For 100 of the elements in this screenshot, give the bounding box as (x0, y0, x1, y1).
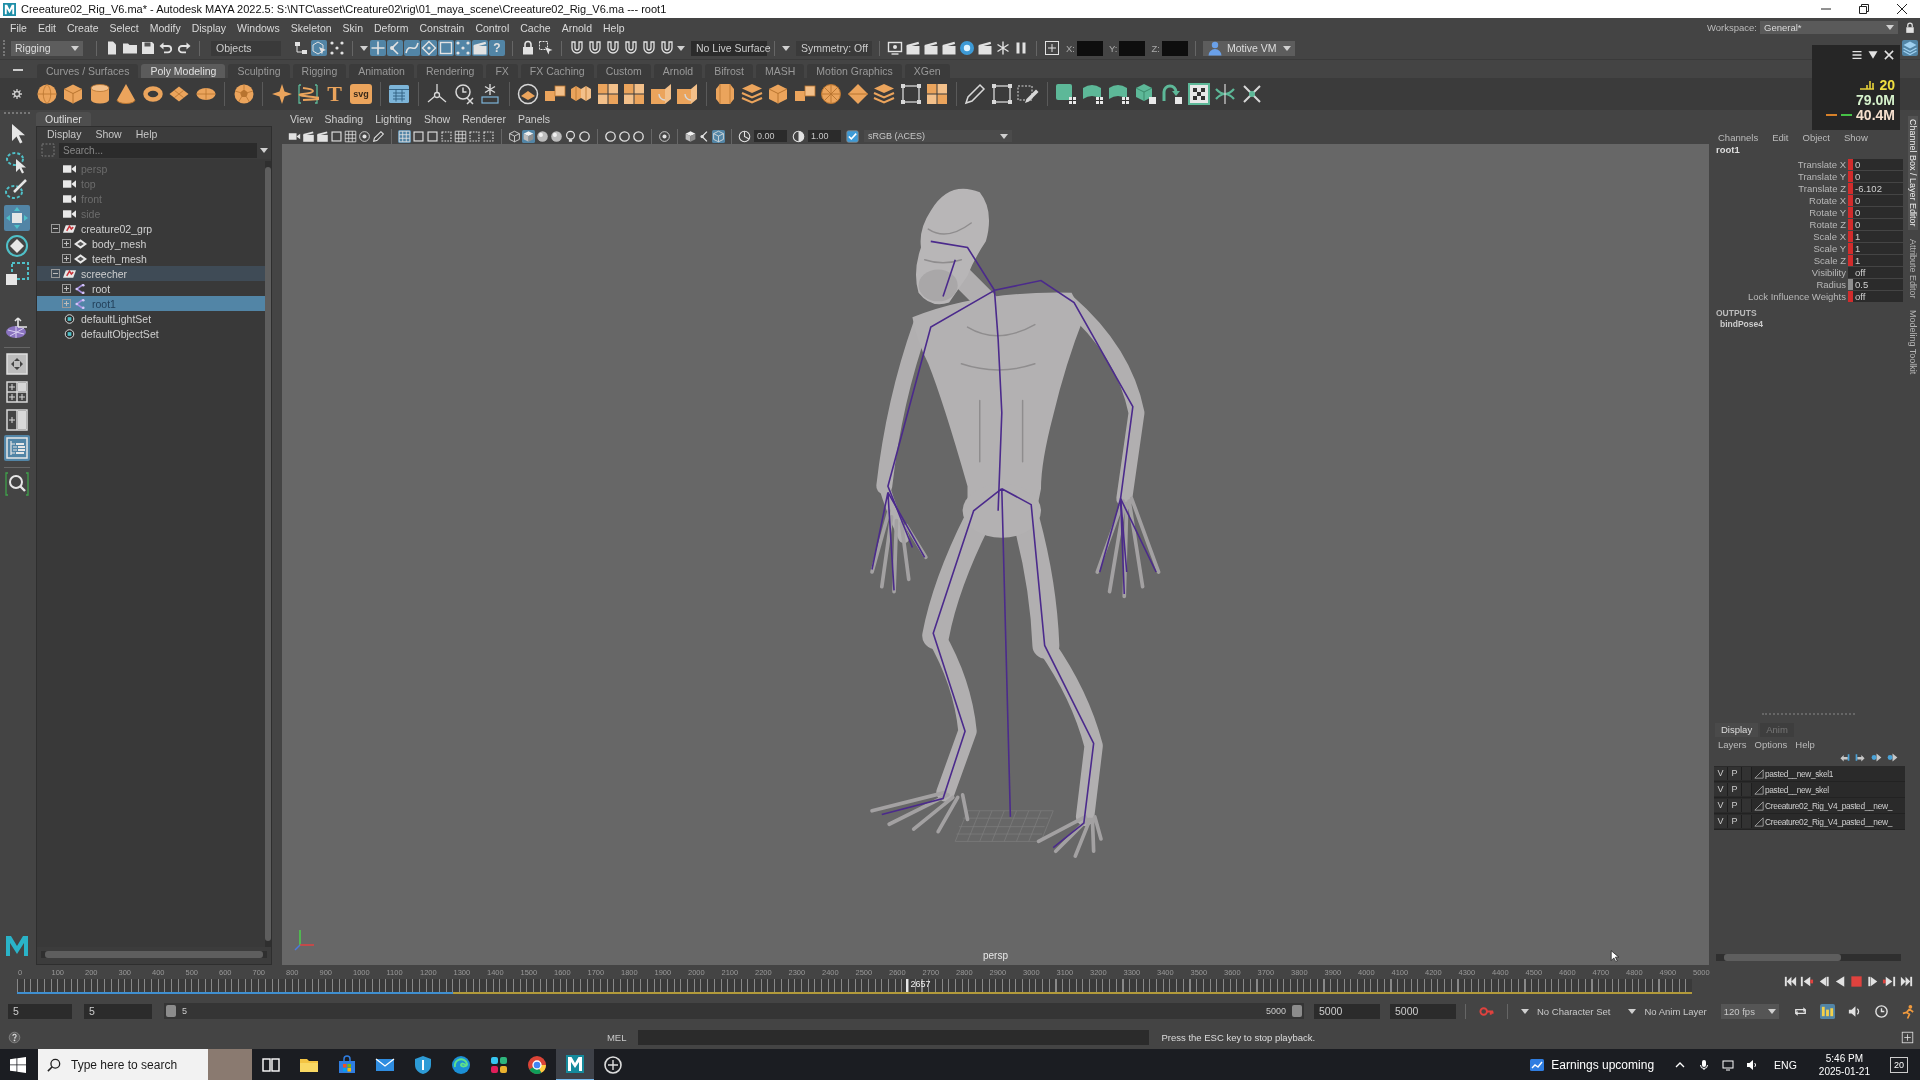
color-space-dropdown[interactable]: sRGB (ACES) (864, 130, 1012, 142)
square-icon[interactable] (412, 129, 425, 143)
circle-icon[interactable] (618, 129, 631, 143)
wire-cube-icon[interactable] (508, 129, 521, 143)
plus-box-icon[interactable] (62, 254, 71, 263)
range-handle[interactable] (166, 1005, 176, 1017)
menu-icon[interactable] (1851, 49, 1863, 61)
asterisk-icon[interactable] (995, 40, 1011, 56)
menu-item[interactable]: File (5, 21, 33, 34)
scene-start-field[interactable]: 5 (8, 1003, 72, 1019)
layer-row[interactable]: V P Creeature02_Rig_V4_pasted__new_ (1714, 798, 1905, 814)
gear-icon[interactable] (12, 89, 22, 99)
padlock-icon[interactable] (520, 40, 536, 56)
dotted-grid-icon[interactable] (455, 40, 471, 56)
clock-icon[interactable] (452, 83, 475, 105)
shelf-tab[interactable]: Bifrost (705, 64, 753, 78)
search-field[interactable]: Type here to search (38, 1049, 252, 1080)
curve-icon[interactable] (404, 40, 420, 56)
menu-item[interactable]: Display (43, 128, 86, 140)
menu-item[interactable]: Constrain (414, 21, 471, 34)
menu-item[interactable]: Windows (232, 21, 286, 34)
menu-item[interactable]: Options (1750, 738, 1792, 750)
soft-modify-icon[interactable] (4, 315, 30, 341)
curved-arrow-icon[interactable] (1161, 83, 1183, 105)
shelf-tab[interactable]: Poly Modeling (141, 64, 226, 78)
shelf-tab[interactable]: FX (486, 64, 518, 78)
menu-item[interactable]: Edit (1768, 131, 1793, 143)
stacked-planes-icon[interactable] (740, 83, 763, 105)
character-set-dropdown[interactable]: No Character Set (1517, 1005, 1615, 1017)
shelf-tab[interactable]: Rigging (292, 64, 347, 78)
magnet-icon[interactable] (605, 40, 621, 56)
current-time-marker[interactable] (906, 979, 909, 992)
cube-icon[interactable] (62, 83, 84, 105)
playback-toggle[interactable]: P (1728, 783, 1742, 796)
hierarchy-icon[interactable] (293, 40, 309, 56)
clapperboard-icon[interactable] (977, 40, 993, 56)
channel-value-field[interactable]: 0 (1848, 218, 1903, 230)
triangle-down-icon[interactable] (1867, 49, 1879, 61)
channel-name[interactable]: Scale Y (1813, 242, 1846, 254)
clapperboard-icon[interactable] (316, 129, 329, 143)
visibility-toggle[interactable]: V (1714, 815, 1728, 828)
playback-toggle[interactable]: P (1728, 799, 1742, 812)
side-tab[interactable]: Attribute Editor (1907, 235, 1918, 302)
layers-icon[interactable] (1902, 40, 1918, 56)
outliner-item[interactable]: root (37, 281, 265, 296)
menu-item[interactable]: Control (470, 21, 516, 34)
close-icon[interactable] (1897, 4, 1907, 14)
sphere-icon[interactable] (35, 83, 58, 105)
arrow-bar-left-icon[interactable] (1838, 751, 1851, 764)
circle-icon[interactable] (578, 129, 591, 143)
circle-icon[interactable] (959, 40, 975, 56)
cube-icon[interactable] (767, 83, 789, 105)
script-language-button[interactable]: MEL (606, 1031, 627, 1043)
microphone-icon[interactable] (1698, 1059, 1711, 1071)
exposure-field[interactable]: 0.00 (754, 130, 787, 142)
target-icon[interactable] (358, 129, 371, 143)
selection-mode-dropdown[interactable]: Objects (211, 40, 281, 56)
diamond-icon[interactable] (846, 83, 869, 105)
menu-item[interactable]: Skin (337, 21, 369, 34)
taskbar-app-button[interactable] (556, 1049, 594, 1080)
channel-name[interactable]: Radius (1816, 278, 1846, 290)
dashed-square-icon[interactable] (468, 129, 481, 143)
dotted-grid-icon[interactable] (329, 40, 345, 56)
helix-icon[interactable] (297, 83, 319, 105)
aperture-icon[interactable] (738, 129, 751, 143)
side-tab[interactable]: Modeling Toolkit (1907, 307, 1918, 378)
clock-icon[interactable] (1873, 1003, 1889, 1019)
dashed-square-icon[interactable] (440, 129, 453, 143)
channel-value-field[interactable]: 0 (1848, 158, 1903, 170)
scrollbar-thumb[interactable] (1724, 954, 1841, 961)
frame-rate-dropdown[interactable]: 120 fps (1720, 1003, 1779, 1019)
range-slider-track[interactable]: 5 5000 (164, 1003, 1304, 1019)
menu-item[interactable]: Show (1840, 131, 1872, 143)
magnet-icon[interactable] (623, 40, 639, 56)
padlock-icon[interactable] (1904, 21, 1916, 34)
clapperboard-icon[interactable] (905, 40, 921, 56)
arrow-square-icon[interactable] (538, 40, 554, 56)
outliner-pane-icon[interactable] (4, 435, 30, 461)
torus-icon[interactable] (141, 83, 164, 105)
menu-item[interactable]: Edit (32, 21, 62, 34)
shaded-cube-icon[interactable] (522, 129, 535, 143)
shelf-tab[interactable]: XGen (904, 64, 950, 78)
channel-value-field[interactable]: off (1848, 290, 1903, 302)
channel-name[interactable]: Translate X (1797, 158, 1846, 170)
scale-tool-icon[interactable] (4, 261, 30, 287)
square-crosshair-icon[interactable] (1044, 40, 1060, 56)
channel-value-field[interactable]: off (1848, 266, 1903, 278)
menu-item[interactable]: Help (598, 21, 631, 34)
wheel-icon[interactable] (820, 83, 842, 105)
speaker-icon[interactable] (1746, 1059, 1759, 1071)
square-icon[interactable] (330, 129, 343, 143)
menu-item[interactable]: Help (1791, 738, 1819, 750)
grid-tiles-icon[interactable] (596, 83, 619, 105)
channel-name[interactable]: Lock Influence Weights (1747, 290, 1846, 302)
shelf-tab[interactable]: Custom (596, 64, 651, 78)
bounding-box-icon[interactable] (990, 83, 1013, 105)
menu-item[interactable]: Show (91, 128, 126, 140)
menu-item[interactable]: Object (1798, 131, 1834, 143)
diamond-icon[interactable] (421, 40, 437, 56)
shelf-tab[interactable]: Sculpting (228, 64, 290, 78)
